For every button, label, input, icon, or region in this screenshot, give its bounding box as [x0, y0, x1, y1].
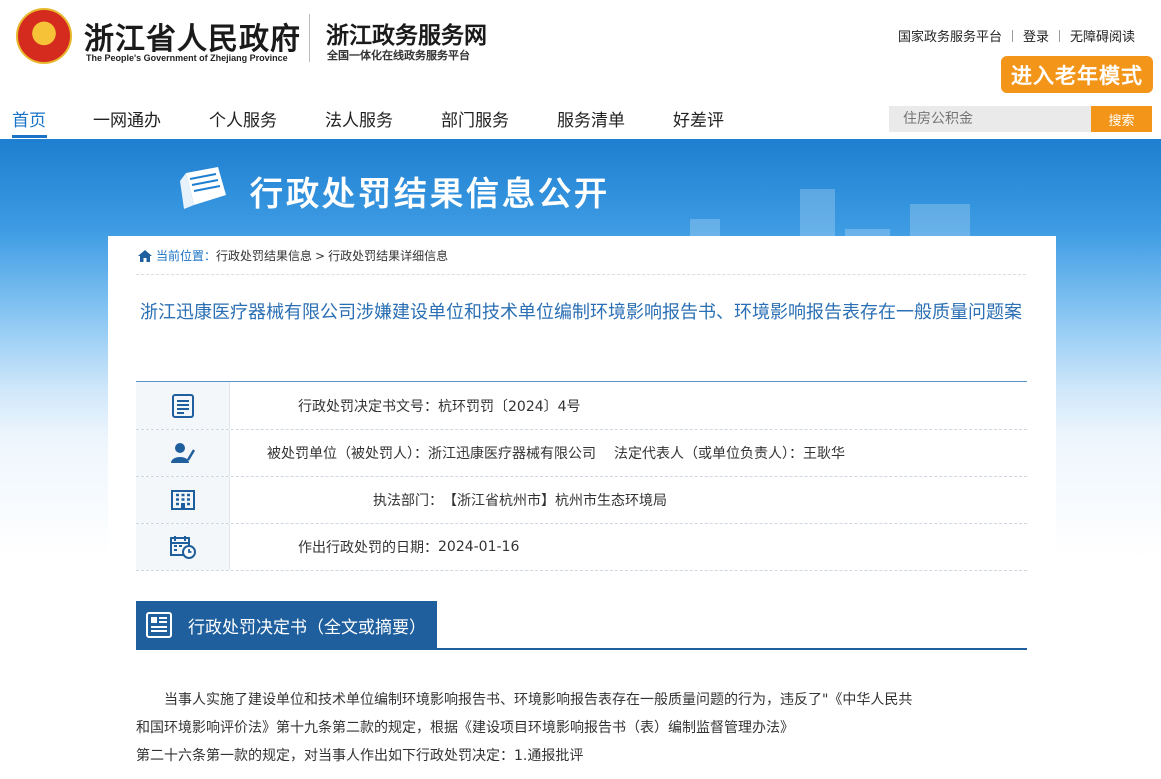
info-row-department: 执法部门： 【浙江省杭州市】杭州市生态环境局: [136, 477, 1027, 524]
doc-paragraph-line: 和国环境影响评价法》第十九条第二款的规定，根据《建设项目环境影响报告书（表）编制…: [136, 720, 794, 736]
nav-service-list[interactable]: 服务清单: [557, 106, 625, 131]
date-value: 2024-01-16: [438, 539, 520, 555]
decision-doc-section: 行政处罚决定书（全文或摘要）: [136, 601, 1027, 650]
person-edit-icon: [170, 443, 195, 463]
doc-paragraph-line: 当事人实施了建设单位和技术单位编制环境影响报告书、环境影响报告表存在一般质量问题…: [164, 692, 913, 708]
national-emblem-logo: ★: [16, 8, 72, 64]
case-info-table: 行政处罚决定书文号： 杭环罚罚〔2024〕4号 被处罚单位（被处罚人）： 浙江迅…: [136, 381, 1027, 571]
book-icon: [180, 167, 226, 209]
info-row-date: 作出行政处罚的日期： 2024-01-16: [136, 524, 1027, 571]
header-divider: [309, 14, 310, 62]
building-icon: [170, 490, 195, 510]
breadcrumb-divider: [136, 274, 1026, 275]
gov-name-cn[interactable]: 浙江省人民政府: [84, 14, 301, 58]
info-row-decision-no: 行政处罚决定书文号： 杭环罚罚〔2024〕4号: [136, 382, 1027, 430]
nav-active-underline: [12, 135, 47, 138]
doc-paragraph-line: 第二十六条第一款的规定，对当事人作出如下行政处罚决定：1.通报批评: [136, 748, 584, 764]
breadcrumb-label: 当前位置：: [156, 249, 217, 263]
case-title: 浙江迅康医疗器械有限公司涉嫌建设单位和技术单位编制环境影响报告书、环境影响报告表…: [140, 302, 1022, 323]
content-card: 当前位置： 行政处罚结果信息 > 行政处罚结果详细信息 浙江迅康医疗器械有限公司…: [108, 236, 1056, 779]
info-row-party: 被处罚单位（被处罚人）： 浙江迅康医疗器械有限公司 法定代表人（或单位负责人）：…: [136, 430, 1027, 477]
nav-personal-services[interactable]: 个人服务: [209, 106, 277, 131]
document-icon: [171, 393, 194, 418]
party-label: 被处罚单位（被处罚人）：: [267, 446, 428, 462]
nav-rating[interactable]: 好差评: [673, 106, 724, 131]
home-icon: [138, 249, 152, 262]
national-platform-link[interactable]: 国家政务服务平台: [888, 26, 1012, 45]
date-label: 作出行政处罚的日期：: [298, 540, 438, 556]
gov-name-en: The People's Government of Zhejiang Prov…: [86, 53, 288, 63]
service-title[interactable]: 浙江政务服务网: [326, 16, 487, 50]
party-value: 浙江迅康医疗器械有限公司: [428, 446, 596, 462]
banner-title: 行政处罚结果信息公开: [250, 174, 610, 213]
nav-home[interactable]: 首页: [12, 106, 46, 131]
breadcrumb-item-results[interactable]: 行政处罚结果信息: [216, 247, 312, 264]
nav-department-services[interactable]: 部门服务: [441, 106, 509, 131]
breadcrumb: 当前位置： 行政处罚结果信息 > 行政处罚结果详细信息: [138, 247, 448, 264]
decision-no-label: 行政处罚决定书文号：: [298, 398, 438, 415]
search-input[interactable]: [889, 106, 1091, 132]
decision-doc-body: 当事人实施了建设单位和技术单位编制环境影响报告书、环境影响报告表存在一般质量问题…: [136, 686, 1027, 770]
nav-corporate-services[interactable]: 法人服务: [325, 106, 393, 131]
decision-no-value: 杭环罚罚〔2024〕4号: [438, 398, 581, 415]
accessibility-link[interactable]: 无障碍阅读: [1060, 26, 1135, 45]
calendar-clock-icon: [169, 536, 196, 559]
service-subtitle: 全国一体化在线政务服务平台: [327, 49, 470, 62]
elder-mode-button[interactable]: 进入老年模式: [1001, 56, 1153, 93]
site-header: ★ 浙江省人民政府 The People's Government of Zhe…: [0, 0, 1161, 92]
nav-one-stop[interactable]: 一网通办: [93, 106, 161, 131]
decision-doc-tab: 行政处罚决定书（全文或摘要）: [136, 601, 437, 649]
rep-label: 法定代表人（或单位负责人）：: [614, 446, 803, 462]
rep-value: 王耿华: [803, 446, 845, 462]
search-button[interactable]: 搜索: [1091, 106, 1152, 132]
document-list-icon: [146, 612, 172, 638]
top-links: 国家政务服务平台 登录 无障碍阅读: [888, 26, 1135, 45]
decision-doc-title: 行政处罚决定书（全文或摘要）: [188, 617, 426, 638]
login-link[interactable]: 登录: [1013, 26, 1059, 45]
breadcrumb-separator: >: [315, 248, 326, 263]
department-label: 执法部门：: [373, 493, 443, 509]
breadcrumb-item-detail[interactable]: 行政处罚结果详细信息: [328, 247, 448, 264]
department-value: 【浙江省杭州市】杭州市生态环境局: [443, 493, 667, 509]
